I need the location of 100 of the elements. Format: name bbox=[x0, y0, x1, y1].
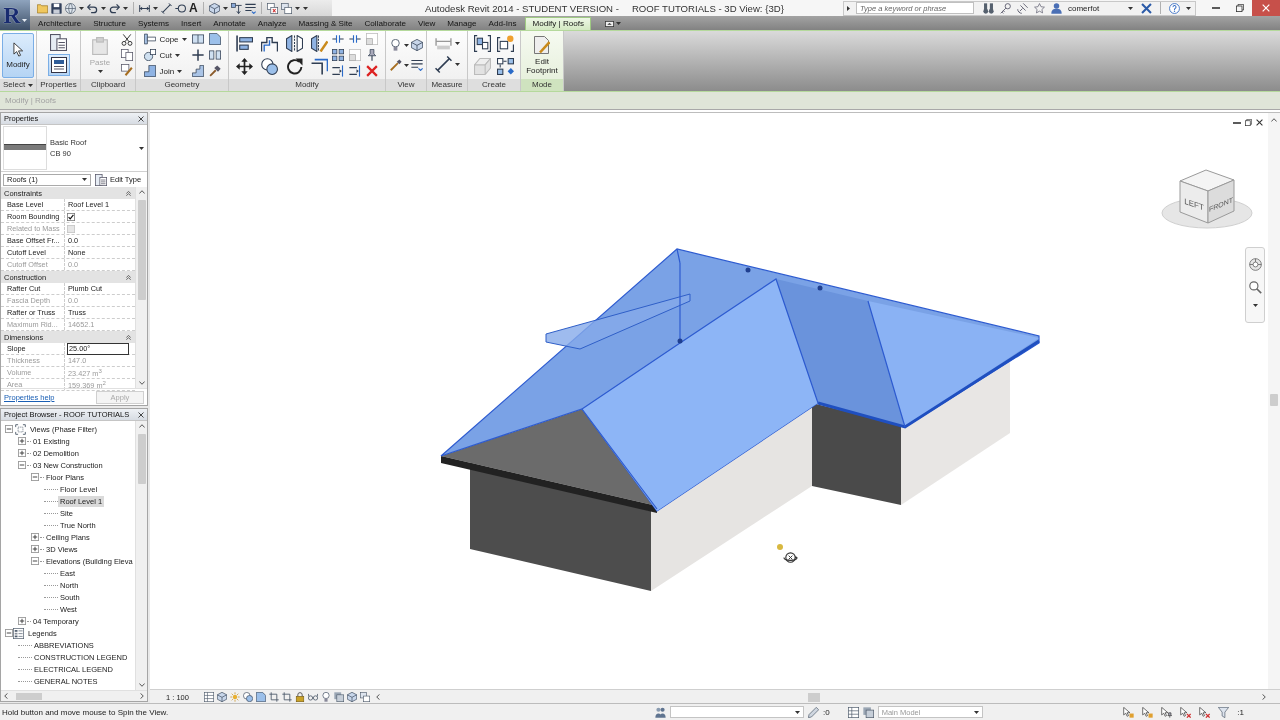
globe-icon[interactable] bbox=[65, 2, 76, 14]
scroll-left-icon[interactable] bbox=[375, 694, 380, 700]
tag-icon[interactable] bbox=[175, 2, 186, 14]
tool-button[interactable]: Cut bbox=[143, 48, 188, 62]
extend-lines-icon[interactable] bbox=[349, 65, 361, 77]
cube-icon[interactable] bbox=[410, 39, 423, 51]
minus-box-icon[interactable] bbox=[31, 473, 39, 481]
bracket-sun-icon[interactable] bbox=[497, 35, 514, 52]
ribbon-tab[interactable]: Modify | Roofs bbox=[525, 17, 592, 30]
split-line-icon[interactable] bbox=[332, 33, 344, 45]
ribbon-tab[interactable]: Insert bbox=[175, 17, 208, 30]
caret-icon[interactable] bbox=[454, 42, 460, 45]
collapse-chevrons-icon[interactable] bbox=[126, 190, 131, 196]
scroll-up-icon[interactable] bbox=[138, 424, 145, 428]
caret-icon[interactable] bbox=[101, 6, 106, 10]
hammer-icon[interactable] bbox=[208, 65, 221, 77]
circles-icon[interactable] bbox=[242, 692, 253, 702]
text-tool-button[interactable]: A bbox=[189, 2, 198, 14]
scroll-down-icon[interactable] bbox=[138, 683, 145, 687]
grid-squares-icon[interactable] bbox=[332, 49, 344, 61]
lock-icon[interactable] bbox=[294, 692, 305, 702]
restore-icon[interactable] bbox=[1245, 119, 1252, 126]
cross-lines-icon[interactable] bbox=[191, 49, 204, 61]
rotate-icon[interactable] bbox=[286, 58, 303, 75]
cube-icon[interactable] bbox=[346, 692, 357, 702]
plus-box-icon[interactable] bbox=[31, 545, 39, 553]
plus-box-icon[interactable] bbox=[18, 449, 26, 457]
scroll-down-icon[interactable] bbox=[138, 381, 145, 385]
ribbon-tab[interactable]: Collaborate bbox=[358, 17, 412, 30]
offset-lines-icon[interactable] bbox=[261, 35, 278, 52]
close-button[interactable] bbox=[1252, 0, 1280, 16]
split-rect-icon[interactable] bbox=[191, 33, 204, 45]
cursor-cross-icon[interactable] bbox=[1180, 706, 1192, 718]
scroll-right-icon[interactable] bbox=[140, 693, 144, 699]
funnel-icon[interactable] bbox=[1218, 706, 1230, 718]
cursor-square-icon[interactable] bbox=[1123, 706, 1135, 718]
ribbon-tab[interactable]: Manage bbox=[441, 17, 483, 30]
user-name[interactable]: comerfot bbox=[1068, 3, 1122, 13]
scroll-right-icon[interactable] bbox=[1262, 694, 1266, 700]
tool-button[interactable]: Modify bbox=[2, 32, 34, 78]
two-blocks-icon[interactable] bbox=[208, 49, 221, 61]
steps-icon[interactable] bbox=[191, 65, 204, 77]
caret-icon[interactable] bbox=[1186, 6, 1191, 10]
windows-icon[interactable] bbox=[359, 692, 370, 702]
binoculars-icon[interactable] bbox=[983, 2, 994, 14]
cursor-pin-icon[interactable] bbox=[1161, 706, 1173, 718]
scrollbar-thumb[interactable] bbox=[807, 692, 820, 702]
move-arrows-icon[interactable] bbox=[236, 58, 253, 75]
ribbon-tab[interactable]: Massing & Site bbox=[292, 17, 359, 30]
minus-box-icon[interactable] bbox=[5, 425, 13, 433]
ribbon-tab[interactable]: Architecture bbox=[32, 17, 88, 30]
caret-icon[interactable] bbox=[454, 63, 460, 66]
layers-icon[interactable] bbox=[333, 692, 344, 702]
bracketed-blocks-icon[interactable] bbox=[474, 35, 491, 52]
section-marker-icon[interactable] bbox=[230, 2, 242, 14]
ribbon-tab[interactable]: Structure bbox=[87, 17, 133, 30]
crop-icon[interactable] bbox=[281, 692, 292, 702]
collapse-chevrons-icon[interactable] bbox=[126, 334, 131, 340]
plus-box-icon[interactable] bbox=[18, 437, 26, 445]
star-icon[interactable] bbox=[1034, 2, 1045, 14]
paintbrush-icon[interactable] bbox=[389, 59, 402, 71]
light-bulb-icon[interactable] bbox=[391, 39, 400, 51]
caret-icon[interactable] bbox=[79, 6, 84, 10]
thin-lines-icon[interactable] bbox=[244, 2, 256, 14]
scroll-up-icon[interactable] bbox=[138, 190, 145, 194]
table-icon[interactable] bbox=[203, 692, 214, 702]
dimension-icon[interactable] bbox=[139, 2, 150, 14]
scrollbar-thumb[interactable] bbox=[16, 692, 42, 700]
close-windows-icon[interactable] bbox=[266, 2, 278, 14]
delete-icon[interactable] bbox=[366, 65, 378, 77]
close-icon[interactable] bbox=[138, 115, 144, 122]
glasses-icon[interactable] bbox=[307, 692, 318, 702]
extend-lines-icon[interactable] bbox=[332, 65, 344, 77]
expand-triangle-icon[interactable] bbox=[847, 5, 850, 11]
redo-icon[interactable] bbox=[109, 2, 120, 14]
minus-box-icon[interactable] bbox=[18, 461, 26, 469]
satellite-icon[interactable] bbox=[1017, 2, 1028, 14]
caret-icon[interactable] bbox=[123, 6, 128, 10]
pin-icon[interactable] bbox=[366, 49, 378, 61]
cursor-square-icon[interactable] bbox=[1142, 706, 1154, 718]
type-properties-icon[interactable] bbox=[50, 34, 67, 51]
page-brush-icon[interactable] bbox=[120, 64, 133, 76]
ribbon-tab[interactable]: Systems bbox=[132, 17, 176, 30]
flow-squares-icon[interactable] bbox=[497, 58, 514, 75]
minimize-icon[interactable] bbox=[1233, 121, 1241, 124]
tool-button[interactable]: Edit Footprint bbox=[523, 32, 561, 78]
ribbon-tab[interactable]: Annotate bbox=[207, 17, 252, 30]
undo-icon[interactable] bbox=[87, 2, 98, 14]
scroll-left-icon[interactable] bbox=[4, 693, 8, 699]
circles-icon[interactable] bbox=[261, 58, 278, 75]
selected-roof-drawing[interactable] bbox=[440, 248, 1040, 512]
copy-icon[interactable] bbox=[120, 49, 133, 61]
close-icon[interactable] bbox=[1256, 119, 1263, 126]
align-bars-icon[interactable] bbox=[236, 35, 253, 52]
caret-icon[interactable] bbox=[222, 6, 228, 10]
caret-icon[interactable] bbox=[153, 6, 158, 10]
key-icon[interactable] bbox=[1000, 2, 1011, 14]
diagonal-dimension-icon[interactable] bbox=[161, 2, 172, 14]
crop-icon[interactable] bbox=[268, 692, 279, 702]
thin-lines-icon[interactable] bbox=[410, 59, 423, 71]
